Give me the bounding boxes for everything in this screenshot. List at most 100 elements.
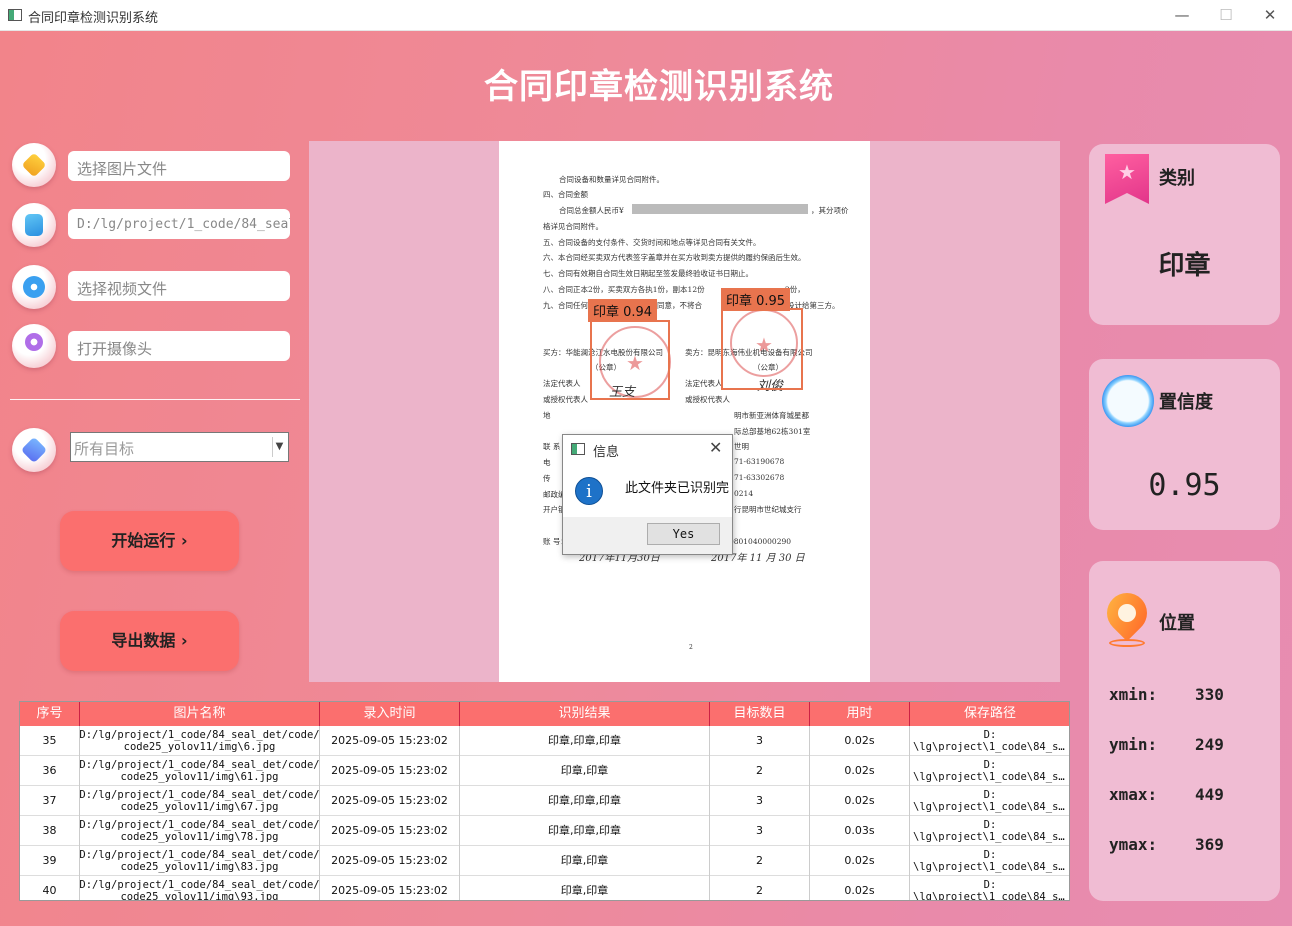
table-row[interactable]: 35 D:/lg/project/1_code/84_seal_det/code/… — [20, 726, 1069, 756]
table-cell-count: 3 — [710, 786, 810, 816]
table-row[interactable]: 36 D:/lg/project/1_code/84_seal_det/code/… — [20, 756, 1069, 786]
position-card: 位置 xmin: 330 ymin: 249 xmax: 449 ymax: 3… — [1089, 561, 1280, 901]
export-button[interactable]: 导出数据 › — [60, 611, 239, 671]
dialog-message: 此文件夹已识别完 — [625, 481, 730, 496]
doc-line: 或授权代表人 — [685, 395, 730, 404]
table-row[interactable]: 40 D:/lg/project/1_code/84_seal_det/code/… — [20, 876, 1069, 900]
doc-line: 0214 — [734, 489, 754, 498]
doc-line: ，其分项价 — [811, 206, 849, 215]
table-cell-count: 3 — [710, 816, 810, 846]
doc-line: 五、合同设备的支付条件、交货时间和地点等详见合同有关文件。 — [543, 238, 761, 247]
maximize-button[interactable]: ☐ — [1206, 4, 1246, 26]
table-cell-path: D:\lg\project\1_code\84_seal_det — [910, 846, 1069, 876]
table-cell-count: 2 — [710, 876, 810, 900]
table-cell-path: D:\lg\project\1_code\84_seal_det — [910, 786, 1069, 816]
column-header[interactable]: 图片名称 — [80, 702, 320, 726]
cell-text: D: — [983, 849, 997, 861]
ymin-row: ymin: 249 — [1109, 735, 1224, 754]
dialog-yes-button[interactable]: Yes — [647, 523, 720, 545]
table-cell-result: 印章,印章,印章 — [460, 726, 710, 756]
app-title: 合同印章检测识别系统 — [484, 67, 834, 107]
table-cell-path: D:\lg\project\1_code\84_seal_det — [910, 876, 1069, 900]
table-cell-name: D:/lg/project/1_code/84_seal_det/code/ c… — [80, 726, 320, 756]
table-cell-id: 39 — [20, 846, 80, 876]
close-button[interactable]: ✕ — [1250, 4, 1290, 26]
doc-line: 行昆明市世纪城支行 — [734, 505, 802, 514]
document-add-icon[interactable] — [12, 203, 56, 247]
cell-text: D: — [983, 789, 997, 801]
xmax-row: xmax: 449 — [1109, 785, 1224, 804]
column-header[interactable]: 识别结果 — [460, 702, 710, 726]
cell-text: D:/lg/project/1_code/84_seal_det/code/ c… — [80, 849, 320, 873]
image-file-input[interactable]: 选择图片文件 — [68, 151, 290, 181]
divider — [10, 399, 300, 400]
column-header[interactable]: 序号 — [20, 702, 80, 726]
column-header[interactable]: 录入时间 — [320, 702, 460, 726]
detection-label: 印章 0.95 — [721, 288, 791, 311]
table-row[interactable]: 38 D:/lg/project/1_code/84_seal_det/code/… — [20, 816, 1069, 846]
xmax-label: xmax: — [1109, 785, 1158, 804]
cell-text: \lg\project\1_code\84_seal_det — [913, 831, 1067, 843]
table-cell-time: 2025-09-05 15:23:02 — [320, 846, 460, 876]
column-header[interactable]: 用时 — [810, 702, 910, 726]
video-file-input[interactable]: 选择视频文件 — [68, 271, 290, 301]
doc-line: 71-63302678 — [734, 473, 785, 482]
table-cell-count: 2 — [710, 756, 810, 786]
cell-text: D:/lg/project/1_code/84_seal_det/code/ c… — [80, 789, 320, 813]
table-cell-duration: 0.03s — [810, 816, 910, 846]
confidence-title: 置信度 — [1159, 392, 1213, 413]
run-button[interactable]: 开始运行 › — [60, 511, 239, 571]
doc-line: 法定代表人 — [685, 379, 723, 388]
image-viewer: 合同设备和数量详见合同附件。 四、合同金额 合同总金额人民币¥ ，其分项价 格详… — [309, 141, 1060, 682]
layers-icon[interactable] — [12, 143, 56, 187]
ymin-label: ymin: — [1109, 735, 1158, 754]
column-header[interactable]: 目标数目 — [710, 702, 810, 726]
results-table[interactable]: 序号 图片名称 录入时间 识别结果 目标数目 用时 保存路径 35 D:/lg/p… — [19, 701, 1070, 901]
info-icon: i — [575, 477, 603, 505]
cell-text: \lg\project\1_code\84_seal_det — [913, 861, 1067, 873]
chevron-down-icon[interactable]: ▼ — [272, 437, 286, 457]
folder-path-input[interactable]: D:/lg/project/1_code/84_seal_det/code/co… — [68, 209, 290, 239]
cell-text: D: — [983, 879, 997, 891]
cell-text: D:/lg/project/1_code/84_seal_det/code/ c… — [80, 729, 320, 753]
table-cell-result: 印章,印章 — [460, 846, 710, 876]
doc-line: 际总部基地62栋301室 — [734, 427, 811, 436]
table-cell-id: 36 — [20, 756, 80, 786]
title-bar: 合同印章检测识别系统 — ☐ ✕ — [0, 0, 1292, 31]
table-cell-duration: 0.02s — [810, 726, 910, 756]
target-select[interactable]: 所有目标 ▼ — [70, 432, 289, 462]
cell-text: \lg\project\1_code\84_seal_det — [913, 771, 1067, 783]
doc-line: 联 系 — [543, 442, 561, 451]
dialog-close-icon[interactable]: ✕ — [709, 438, 722, 457]
column-header[interactable]: 保存路径 — [910, 702, 1069, 726]
table-cell-duration: 0.02s — [810, 876, 910, 900]
doc-line: 电 — [543, 458, 551, 467]
doc-line: 传 — [543, 474, 551, 483]
table-cell-id: 38 — [20, 816, 80, 846]
table-cell-count: 2 — [710, 846, 810, 876]
target-select-value: 所有目标 — [74, 440, 135, 458]
table-row[interactable]: 37 D:/lg/project/1_code/84_seal_det/code/… — [20, 786, 1069, 816]
cell-text: D: — [983, 729, 997, 741]
camera-input[interactable]: 打开摄像头 — [68, 331, 290, 361]
doc-line: 法定代表人 — [543, 379, 581, 388]
table-cell-name: D:/lg/project/1_code/84_seal_det/code/ c… — [80, 846, 320, 876]
table-row[interactable]: 39 D:/lg/project/1_code/84_seal_det/code/… — [20, 846, 1069, 876]
ymax-value: 369 — [1195, 835, 1224, 854]
table-cell-result: 印章,印章 — [460, 876, 710, 900]
doc-line: 四、合同金额 — [543, 190, 588, 199]
cell-text: \lg\project\1_code\84_seal_det — [913, 801, 1067, 813]
minimize-button[interactable]: — — [1162, 4, 1202, 26]
table-cell-path: D:\lg\project\1_code\84_seal_det — [910, 816, 1069, 846]
ymax-row: ymax: 369 — [1109, 835, 1224, 854]
doc-line: 明市新亚洲体育城星都 — [734, 411, 809, 420]
table-cell-time: 2025-09-05 15:23:02 — [320, 726, 460, 756]
film-reel-icon[interactable] — [12, 265, 56, 309]
doc-line: 世明 — [734, 442, 749, 451]
xmin-label: xmin: — [1109, 685, 1158, 704]
app-window-icon — [571, 443, 585, 455]
ring-icon — [1102, 375, 1154, 427]
detection-box — [721, 308, 803, 390]
webcam-icon[interactable] — [12, 324, 56, 368]
doc-line: 九、合同任何 — [543, 301, 588, 310]
